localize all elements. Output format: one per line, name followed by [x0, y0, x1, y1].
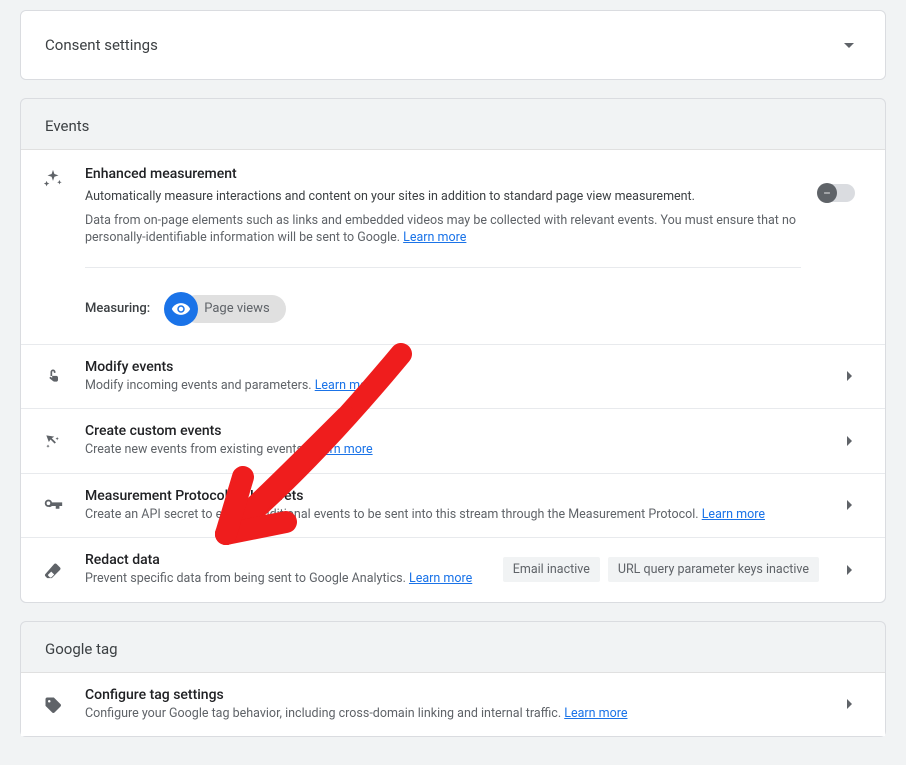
secrets-desc-text: Create an API secret to enable additiona…	[85, 507, 702, 522]
configure-learn-more-link[interactable]: Learn more	[564, 706, 627, 721]
gtag-section-title: Google tag	[21, 622, 885, 672]
consent-settings-card: Consent settings	[20, 10, 886, 80]
chevron-right-icon	[837, 493, 861, 517]
cursor-sparkle-icon	[39, 430, 67, 452]
modify-desc: Modify incoming events and parameters. L…	[85, 377, 819, 395]
redact-badges: Email inactive URL query parameter keys …	[503, 557, 819, 582]
consent-settings-row[interactable]: Consent settings	[21, 11, 885, 79]
configure-tag-row[interactable]: Configure tag settings Configure your Go…	[21, 672, 885, 737]
chevron-down-icon	[837, 33, 861, 57]
redact-title: Redact data	[85, 552, 485, 568]
google-tag-card: Google tag Configure tag settings Config…	[20, 621, 886, 738]
sparkle-icon	[39, 166, 67, 326]
modify-desc-text: Modify incoming events and parameters.	[85, 378, 315, 393]
touch-icon	[39, 365, 67, 387]
enhanced-learn-more-link[interactable]: Learn more	[403, 230, 466, 245]
custom-title: Create custom events	[85, 423, 819, 439]
custom-desc: Create new events from existing events. …	[85, 441, 819, 459]
redact-desc-text: Prevent specific data from being sent to…	[85, 571, 409, 586]
enhanced-title: Enhanced measurement	[85, 166, 801, 182]
events-section-title: Events	[21, 99, 885, 149]
redact-learn-more-link[interactable]: Learn more	[409, 571, 472, 586]
modify-title: Modify events	[85, 359, 819, 375]
chevron-right-icon	[837, 558, 861, 582]
create-custom-events-row[interactable]: Create custom events Create new events f…	[21, 408, 885, 473]
chevron-right-icon	[837, 364, 861, 388]
modify-learn-more-link[interactable]: Learn more	[315, 378, 378, 393]
measuring-label: Measuring:	[85, 301, 150, 316]
configure-title: Configure tag settings	[85, 687, 819, 703]
secrets-title: Measurement Protocol API secrets	[85, 488, 819, 504]
redact-data-row[interactable]: Redact data Prevent specific data from b…	[21, 537, 885, 602]
divider	[85, 267, 801, 268]
url-keys-inactive-badge: URL query parameter keys inactive	[608, 557, 819, 582]
modify-events-row[interactable]: Modify events Modify incoming events and…	[21, 344, 885, 409]
consent-title: Consent settings	[45, 36, 158, 54]
events-card: Events Enhanced measurement Automaticall…	[20, 98, 886, 603]
secrets-desc: Create an API secret to enable additiona…	[85, 506, 819, 524]
enhanced-desc2: Data from on-page elements such as links…	[85, 212, 801, 247]
eraser-icon	[39, 559, 67, 581]
tag-icon	[39, 693, 67, 715]
configure-desc-text: Configure your Google tag behavior, incl…	[85, 706, 564, 721]
enhanced-toggle[interactable]	[819, 184, 855, 202]
toggle-knob-icon	[817, 183, 837, 203]
measuring-line: Measuring: Page views	[85, 288, 801, 326]
custom-learn-more-link[interactable]: Learn more	[309, 442, 372, 457]
chevron-right-icon	[837, 429, 861, 453]
secrets-learn-more-link[interactable]: Learn more	[702, 507, 765, 522]
custom-desc-text: Create new events from existing events.	[85, 442, 309, 457]
chevron-right-icon	[837, 692, 861, 716]
configure-desc: Configure your Google tag behavior, incl…	[85, 705, 819, 723]
key-icon	[39, 493, 67, 517]
eye-icon[interactable]	[164, 292, 198, 326]
enhanced-desc1: Automatically measure interactions and c…	[85, 188, 801, 206]
redact-desc: Prevent specific data from being sent to…	[85, 570, 485, 588]
api-secrets-row[interactable]: Measurement Protocol API secrets Create …	[21, 473, 885, 538]
enhanced-measurement-row: Enhanced measurement Automatically measu…	[21, 149, 885, 344]
email-inactive-badge: Email inactive	[503, 557, 600, 582]
